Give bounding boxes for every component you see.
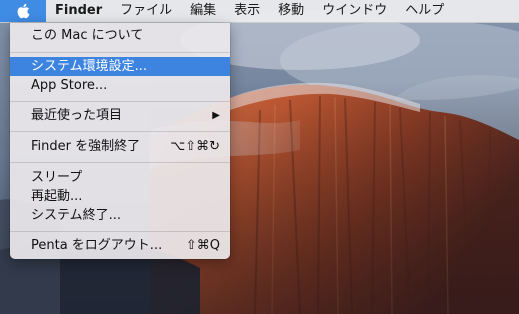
menu-separator: [10, 162, 230, 163]
menu-help[interactable]: ヘルプ: [396, 0, 453, 22]
menu-go[interactable]: 移動: [269, 0, 313, 22]
menu-window[interactable]: ウインドウ: [313, 0, 396, 22]
menu-separator: [10, 101, 230, 102]
menu-item-log-out[interactable]: Penta をログアウト... ⇧⌘Q: [10, 236, 230, 255]
menu-bar: Finder ファイル 編集 表示 移動 ウインドウ ヘルプ: [0, 0, 519, 23]
force-quit-shortcut: ⌥⇧⌘↻: [170, 139, 220, 154]
menu-item-force-quit[interactable]: Finder を強制終了 ⌥⇧⌘↻: [10, 137, 230, 156]
menu-item-shut-down[interactable]: システム終了...: [10, 206, 230, 225]
menu-item-about-this-mac[interactable]: この Mac について: [10, 26, 230, 45]
apple-menu-dropdown: この Mac について システム環境設定... App Store... 最近使…: [10, 23, 230, 259]
app-menu-finder[interactable]: Finder: [46, 0, 111, 22]
menu-item-label: 最近使った項目: [31, 108, 123, 123]
menu-item-restart[interactable]: 再起動...: [10, 187, 230, 206]
menu-view[interactable]: 表示: [225, 0, 269, 22]
menu-item-label: App Store...: [31, 78, 108, 93]
menu-item-app-store[interactable]: App Store...: [10, 76, 230, 95]
submenu-arrow-icon: ▶: [212, 110, 220, 121]
menu-edit[interactable]: 編集: [181, 0, 225, 22]
log-out-shortcut: ⇧⌘Q: [185, 238, 220, 253]
apple-menu-button[interactable]: [0, 0, 46, 22]
menu-item-label: システム環境設定...: [31, 59, 148, 74]
menu-separator: [10, 231, 230, 232]
menu-file[interactable]: ファイル: [111, 0, 181, 22]
menu-item-sleep[interactable]: スリープ: [10, 168, 230, 187]
menu-item-label: スリープ: [31, 170, 83, 185]
menu-item-recent-items[interactable]: 最近使った項目 ▶: [10, 106, 230, 125]
menu-separator: [10, 131, 230, 132]
menu-separator: [10, 52, 230, 53]
menu-item-label: Finder を強制終了: [31, 139, 141, 154]
apple-logo-icon: [16, 3, 30, 19]
menu-item-label: Penta をログアウト...: [31, 238, 163, 253]
menu-item-system-preferences[interactable]: システム環境設定...: [10, 57, 230, 76]
menu-item-label: システム終了...: [31, 208, 122, 223]
menu-item-label: 再起動...: [31, 189, 83, 204]
menu-item-label: この Mac について: [31, 28, 144, 43]
